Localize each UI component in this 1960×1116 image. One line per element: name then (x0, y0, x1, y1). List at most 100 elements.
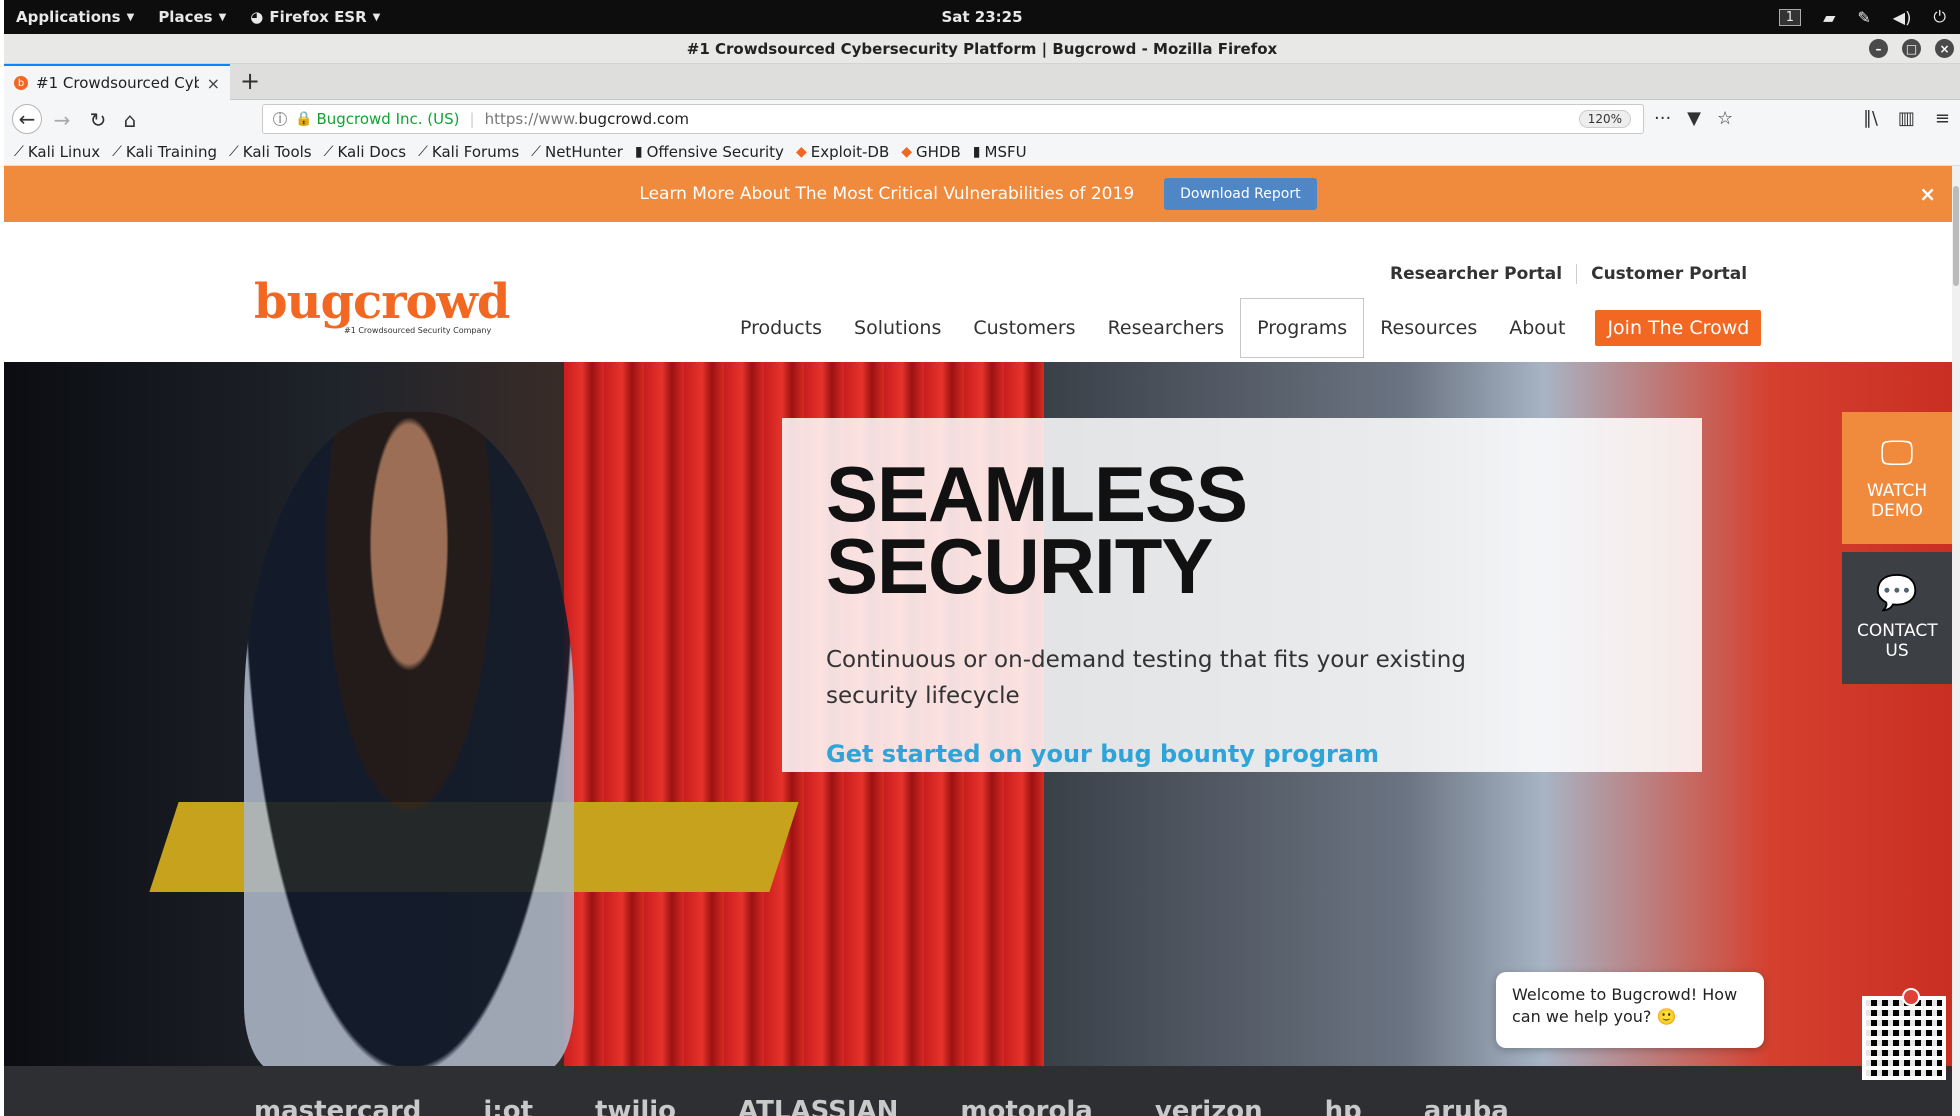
url-separator: | (469, 110, 475, 128)
bug-bounty-cta-link[interactable]: Get started on your bug bounty program (826, 740, 1658, 768)
hamburger-menu-icon[interactable]: ≡ (1935, 108, 1950, 129)
site-identity[interactable]: Bugcrowd Inc. (US) (316, 110, 459, 128)
logo-text: bugcrowd (254, 274, 510, 330)
pocket-icon[interactable]: ▼ (1687, 108, 1701, 129)
volume-icon[interactable]: ◀) (1893, 8, 1912, 27)
bookmark-kali-linux[interactable]: ⟋ Kali Linux (14, 143, 100, 161)
minimize-icon[interactable]: – (1869, 39, 1888, 58)
nav-customers[interactable]: Customers (957, 303, 1091, 353)
nav-about[interactable]: About (1493, 303, 1581, 353)
exploit-db-icon: ◆ (795, 143, 807, 160)
chat-bubble-icon: 💬 (1875, 573, 1919, 613)
customer-logo-strip: mastercard i:ot twilio ATLASSIAN motorol… (4, 1066, 1952, 1116)
bookmark-label: Kali Docs (337, 142, 407, 161)
researcher-photo (244, 412, 574, 1066)
kali-dragon-icon: ⟋ (14, 143, 24, 160)
nav-resources[interactable]: Resources (1364, 303, 1493, 353)
bugcrowd-logo[interactable]: bugcrowd #1 Crowdsourced Security Compan… (254, 274, 510, 335)
pen-icon[interactable]: ✎ (1857, 8, 1870, 27)
home-button[interactable]: ⌂ (116, 106, 144, 134)
back-button[interactable]: ← (12, 104, 42, 134)
download-report-button[interactable]: Download Report (1164, 178, 1317, 210)
nav-solutions[interactable]: Solutions (838, 303, 957, 353)
bookmark-kali-training[interactable]: ⟋ Kali Training (112, 143, 217, 161)
url-domain: bugcrowd.com (578, 110, 689, 128)
nav-programs[interactable]: Programs (1240, 298, 1365, 358)
hero-card: SEAMLESS SECURITY Continuous or on-deman… (782, 418, 1702, 772)
new-tab-button[interactable]: + (240, 68, 260, 94)
bookmark-label: Kali Training (125, 142, 217, 161)
system-top-bar: Applications ▼ Places ▼ ◕ Firefox ESR ▼ Sat … (4, 0, 1960, 34)
tab-title: #1 Crowdsourced Cyber (36, 74, 199, 92)
bookmark-offensive-security[interactable]: ▮ Offensive Security (635, 143, 784, 161)
portal-links: Researcher Portal Customer Portal (1390, 264, 1747, 284)
info-icon[interactable]: i (273, 112, 287, 127)
url-prefix: https://www. (484, 110, 579, 128)
power-icon[interactable]: ⏻ (1933, 7, 1946, 27)
firefox-icon: ◕ (250, 8, 264, 26)
watch-demo-button[interactable]: 🖵 WATCH DEMO (1842, 412, 1952, 544)
bookmark-exploit-db[interactable]: ◆ Exploit-DB (796, 143, 889, 161)
firefox-app-menu[interactable]: ◕ Firefox ESR ▼ (238, 8, 392, 26)
page-actions-icon[interactable]: ··· (1654, 108, 1671, 129)
applications-menu[interactable]: Applications ▼ (4, 8, 146, 26)
zoom-indicator[interactable]: 120% (1578, 110, 1631, 128)
sidebar-icon[interactable]: ▥ (1898, 108, 1915, 129)
ghdb-icon: ◆ (901, 143, 913, 160)
caret-down-icon: ▼ (372, 11, 381, 23)
bookmark-label: GHDB (916, 142, 961, 161)
contact-us-label: CONTACT US (1857, 621, 1938, 661)
video-camera-icon[interactable]: ▰ (1823, 8, 1835, 27)
chat-welcome-bubble[interactable]: Welcome to Bugcrowd! How can we help you… (1496, 972, 1764, 1048)
divider (1576, 264, 1578, 284)
scrollbar-thumb[interactable] (1953, 186, 1959, 286)
bookmark-label: NetHunter (544, 142, 623, 161)
forward-button[interactable]: → (48, 106, 76, 134)
page-scrollbar[interactable] (1952, 166, 1960, 1116)
chat-launcher-qr-icon[interactable] (1862, 996, 1946, 1080)
firefox-app-label: Firefox ESR (269, 8, 367, 26)
nav-researchers[interactable]: Researchers (1092, 303, 1241, 353)
join-the-crowd-button[interactable]: Join The Crowd (1595, 310, 1762, 346)
nav-products[interactable]: Products (724, 303, 838, 353)
contact-us-button[interactable]: 💬 CONTACT US (1842, 552, 1952, 684)
browser-tab[interactable]: b #1 Crowdsourced Cyber × (4, 64, 230, 100)
reload-button[interactable]: ↻ (84, 106, 112, 134)
workspace-indicator[interactable]: 1 (1778, 8, 1802, 26)
offsec-icon: ▮ (634, 143, 643, 160)
bookmark-msfu[interactable]: ▮ MSFU (973, 143, 1027, 161)
places-menu[interactable]: Places ▼ (146, 8, 238, 26)
bookmark-label: Kali Tools (242, 142, 312, 161)
kali-dragon-icon: ⟋ (112, 143, 122, 160)
bookmark-kali-tools[interactable]: ⟋ Kali Tools (229, 143, 312, 161)
kali-dragon-icon: ⟋ (228, 143, 239, 160)
bookmark-kali-docs[interactable]: ⟋ Kali Docs (324, 143, 406, 161)
close-announcement-icon[interactable]: × (1919, 182, 1936, 206)
kali-dragon-icon: ⟋ (323, 143, 334, 160)
maximize-icon[interactable]: □ (1902, 39, 1921, 58)
bookmark-ghdb[interactable]: ◆ GHDB (901, 143, 961, 161)
bookmark-kali-forums[interactable]: ⟋ Kali Forums (418, 143, 519, 161)
bookmark-star-icon[interactable]: ☆ (1717, 108, 1733, 129)
close-tab-icon[interactable]: × (207, 74, 220, 93)
bookmark-label: Offensive Security (646, 142, 784, 161)
chat-message: Welcome to Bugcrowd! How can we help you… (1512, 985, 1738, 1026)
library-icon[interactable]: ∥\ (1863, 108, 1878, 129)
caret-down-icon: ▼ (126, 11, 135, 23)
url-bar[interactable]: i 🔒 Bugcrowd Inc. (US) | https://www. bug… (262, 104, 1644, 134)
close-window-icon[interactable]: × (1935, 39, 1954, 58)
kali-dragon-icon: ⟋ (531, 143, 541, 160)
customer-portal-link[interactable]: Customer Portal (1591, 264, 1747, 284)
bookmark-label: Kali Linux (27, 142, 101, 161)
main-navigation: Products Solutions Customers Researchers… (724, 298, 1762, 358)
caret-down-icon: ▼ (218, 11, 227, 23)
customer-logo: aruba (1423, 1096, 1509, 1116)
researcher-portal-link[interactable]: Researcher Portal (1390, 264, 1562, 284)
offsec-icon: ▮ (972, 143, 981, 160)
customer-logo: twilio (595, 1096, 677, 1116)
lock-icon: 🔒 (295, 111, 313, 127)
announcement-bar: Learn More About The Most Critical Vulne… (4, 166, 1952, 222)
customer-logo: ATLASSIAN (738, 1096, 899, 1116)
bookmark-nethunter[interactable]: ⟋ NetHunter (531, 143, 623, 161)
customer-logo: i:ot (483, 1096, 533, 1116)
